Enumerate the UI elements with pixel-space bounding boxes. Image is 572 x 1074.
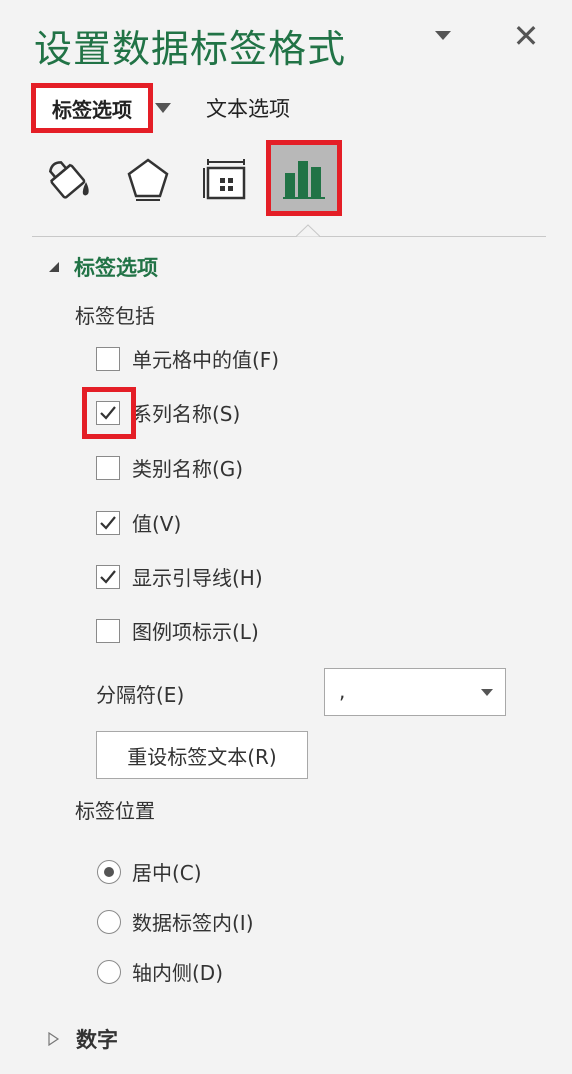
number-section-header[interactable]: 数字 bbox=[48, 1024, 118, 1054]
checkbox[interactable] bbox=[96, 346, 120, 371]
checkbox[interactable] bbox=[96, 455, 120, 480]
chevron-down-icon bbox=[435, 31, 451, 40]
radio-center[interactable]: 居中(C) bbox=[97, 857, 202, 886]
panel-title: 设置数据标签格式 bbox=[34, 27, 347, 71]
expand-triangle-icon bbox=[48, 1032, 60, 1046]
checkbox-leader-lines[interactable]: 显示引导线(H) bbox=[96, 562, 263, 591]
checkbox-legend-key[interactable]: 图例项标示(L) bbox=[96, 616, 259, 645]
checkbox[interactable] bbox=[96, 564, 120, 589]
dropdown-arrow-icon bbox=[481, 689, 493, 696]
radio-label: 居中(C) bbox=[132, 861, 202, 885]
separator-label: 分隔符(E) bbox=[96, 683, 185, 707]
radio-inside-end[interactable]: 数据标签内(I) bbox=[97, 907, 254, 936]
radio-button[interactable] bbox=[97, 909, 121, 934]
label-position-heading: 标签位置 bbox=[75, 799, 155, 823]
effects-button[interactable] bbox=[118, 150, 178, 210]
radio-inside-base[interactable]: 轴内侧(D) bbox=[97, 957, 223, 986]
section-title: 标签选项 bbox=[74, 256, 158, 280]
collapse-triangle-icon bbox=[49, 262, 59, 272]
task-pane-options-button[interactable] bbox=[432, 26, 454, 46]
panel-separator bbox=[32, 236, 546, 237]
separator-select[interactable]: , bbox=[324, 668, 506, 716]
label-options-section-header[interactable]: 标签选项 bbox=[48, 252, 158, 282]
caret-down-icon bbox=[155, 103, 171, 113]
reset-label-text-button[interactable]: 重设标签文本(R) bbox=[96, 731, 308, 779]
checkmark-icon bbox=[100, 515, 116, 530]
radio-selected-dot bbox=[104, 866, 114, 877]
checkbox-category-name[interactable]: 类别名称(G) bbox=[96, 453, 243, 482]
label-options-chart-button[interactable] bbox=[266, 140, 342, 216]
tab-label-options[interactable]: 标签选项 bbox=[31, 83, 153, 133]
fill-line-button[interactable] bbox=[40, 150, 100, 210]
size-properties-icon bbox=[203, 159, 246, 200]
checkbox-label: 单元格中的值(F) bbox=[132, 348, 280, 372]
checkbox-label: 值(V) bbox=[132, 512, 182, 536]
label-contains-heading: 标签包括 bbox=[75, 304, 155, 328]
radio-button[interactable] bbox=[97, 959, 121, 984]
selected-tab-notch bbox=[296, 224, 320, 237]
tab-text-options[interactable]: 文本选项 bbox=[206, 93, 290, 123]
checkbox-label: 显示引导线(H) bbox=[132, 566, 263, 590]
fill-line-icon bbox=[48, 161, 89, 199]
checkbox-label: 类别名称(G) bbox=[132, 457, 244, 481]
checkbox-label: 系列名称(S) bbox=[132, 402, 241, 426]
radio-label: 数据标签内(I) bbox=[132, 911, 254, 935]
checkbox[interactable] bbox=[96, 510, 120, 535]
radio-button[interactable] bbox=[97, 859, 121, 884]
checkmark-icon bbox=[100, 569, 116, 584]
label-options-dropdown[interactable] bbox=[153, 100, 173, 116]
number-section-title: 数字 bbox=[76, 1028, 118, 1052]
checkbox[interactable] bbox=[96, 618, 120, 643]
close-button[interactable]: ✕ bbox=[508, 18, 544, 54]
effects-pentagon-icon bbox=[127, 158, 169, 201]
radio-label: 轴内侧(D) bbox=[132, 961, 224, 985]
checkbox-cell-value[interactable]: 单元格中的值(F) bbox=[96, 344, 279, 373]
separator-value: , bbox=[339, 679, 346, 703]
series-name-highlight bbox=[82, 387, 136, 439]
checkbox-value[interactable]: 值(V) bbox=[96, 508, 181, 537]
checkbox-label: 图例项标示(L) bbox=[132, 620, 259, 644]
bar-chart-icon bbox=[283, 161, 325, 199]
size-properties-button[interactable] bbox=[196, 150, 256, 210]
